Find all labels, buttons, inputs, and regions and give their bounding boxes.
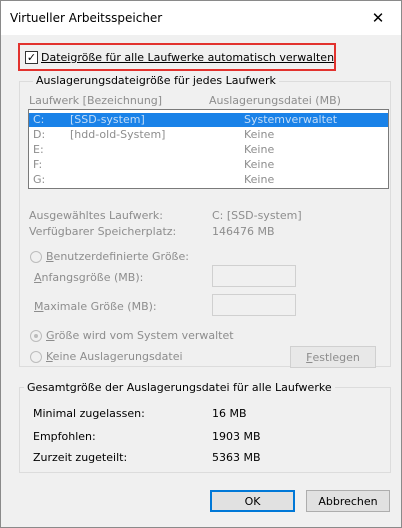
min-allowed-label: Minimal zugelassen: [33, 407, 145, 420]
drive-letter: C: [33, 113, 45, 126]
ok-button[interactable]: OK [210, 490, 295, 512]
custom-size-radio[interactable] [30, 251, 42, 263]
max-size-mnemonic: M [34, 300, 44, 313]
drive-list[interactable]: C: [SSD-system] Systemverwaltet D: [hdd-… [28, 109, 389, 189]
drive-paging-size: Keine [244, 158, 275, 171]
drive-letter: G: [33, 173, 46, 186]
column-header-drive: Laufwerk [Bezeichnung] [29, 94, 163, 107]
max-size-label: Maximale Größe (MB): [34, 300, 157, 313]
custom-size-text: enutzerdefinierte Größe: [53, 250, 189, 263]
no-paging-radio[interactable] [30, 351, 42, 363]
virtual-memory-dialog: Virtueller Arbeitsspeicher ✕ ✓ Dateigröß… [0, 0, 402, 528]
drive-letter: F: [33, 158, 43, 171]
paging-group-legend: Auslagerungsdateigröße für jedes Laufwer… [33, 74, 279, 87]
system-managed-label[interactable]: Größe wird vom System verwaltet [46, 329, 234, 342]
initial-size-input[interactable] [212, 265, 296, 287]
set-button-text: estlegen [312, 350, 360, 364]
custom-size-mnemonic: B [46, 250, 54, 263]
selected-drive-value: C: [SSD-system] [212, 209, 302, 222]
drive-row-f[interactable]: F: Keine [29, 158, 388, 172]
drive-label: [hdd-old-System] [70, 128, 166, 141]
drive-row-c[interactable]: C: [SSD-system] Systemverwaltet [29, 113, 388, 127]
initial-size-text: nfangsgröße (MB): [41, 271, 144, 284]
total-group-legend: Gesamtgröße der Auslagerungsdatei für al… [24, 381, 335, 394]
drive-paging-size: Keine [244, 143, 275, 156]
column-header-file: Auslagerungsdatei (MB) [209, 94, 341, 107]
custom-size-label[interactable]: Benutzerdefinierte Größe: [46, 250, 189, 263]
drive-paging-size: Systemverwaltet [244, 113, 338, 126]
drive-paging-size: Keine [244, 173, 275, 186]
allocated-value: 5363 MB [212, 451, 261, 464]
auto-manage-label[interactable]: Dateigröße für alle Laufwerke automatisc… [41, 51, 334, 64]
initial-size-mnemonic: A [34, 271, 42, 284]
no-paging-label[interactable]: Keine Auslagerungsdatei [46, 350, 183, 363]
drive-paging-size: Keine [244, 128, 275, 141]
drive-row-e[interactable]: E: Keine [29, 143, 388, 157]
recommended-value: 1903 MB [212, 430, 261, 443]
allocated-label: Zurzeit zugeteilt: [33, 451, 128, 464]
free-space-value: 146476 MB [212, 225, 275, 238]
window-title: Virtueller Arbeitsspeicher [10, 11, 163, 25]
cancel-button[interactable]: Abbrechen [306, 490, 390, 512]
no-paging-text: eine Auslagerungsdatei [52, 350, 183, 363]
drive-letter: D: [33, 128, 46, 141]
min-allowed-value: 16 MB [212, 407, 247, 420]
max-size-text: aximale Größe (MB): [43, 300, 157, 313]
free-space-label: Verfügbarer Speicherplatz: [29, 225, 177, 238]
system-managed-radio[interactable] [30, 330, 42, 342]
close-icon[interactable]: ✕ [355, 1, 401, 35]
title-bar: Virtueller Arbeitsspeicher ✕ [1, 1, 401, 35]
drive-letter: E: [33, 143, 44, 156]
recommended-label: Empfohlen: [33, 430, 96, 443]
drive-row-g[interactable]: G: Keine [29, 173, 388, 187]
drive-label: [SSD-system] [70, 113, 145, 126]
selected-drive-label: Ausgewähltes Laufwerk: [29, 209, 163, 222]
system-managed-mnemonic: G [46, 329, 55, 342]
initial-size-label: Anfangsgröße (MB): [34, 271, 143, 284]
max-size-input[interactable] [212, 294, 296, 316]
set-button[interactable]: Festlegen [290, 346, 376, 368]
drive-row-d[interactable]: D: [hdd-old-System] Keine [29, 128, 388, 142]
auto-manage-checkbox[interactable]: ✓ [25, 51, 38, 64]
system-managed-text: röße wird vom System verwaltet [54, 329, 234, 342]
no-paging-mnemonic: K [46, 350, 53, 363]
